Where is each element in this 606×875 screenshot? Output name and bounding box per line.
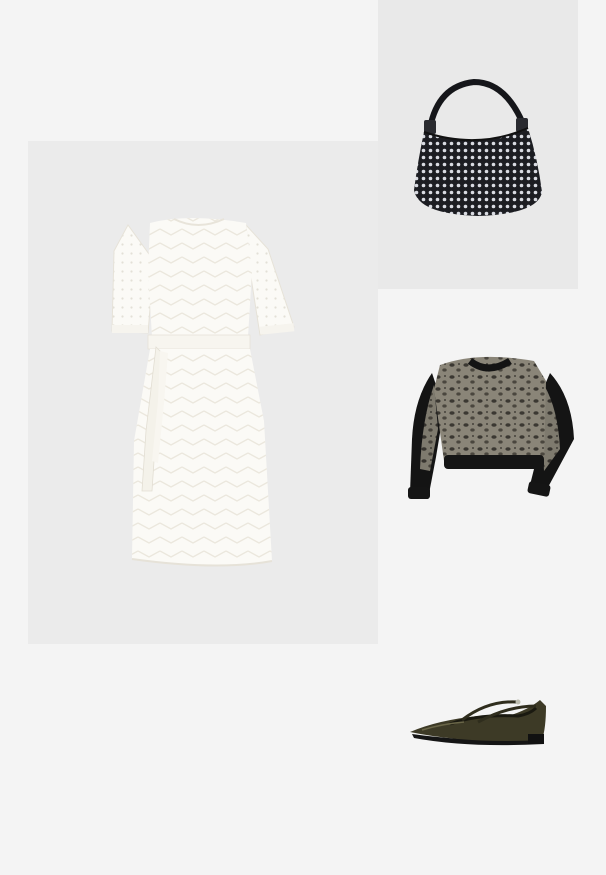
white-eyelet-dress-icon [111, 218, 295, 567]
rhinestone-hobo-bag-icon [414, 78, 542, 216]
leopard-print-sweatshirt-icon [408, 356, 574, 499]
handbag-product-image[interactable] [378, 0, 578, 289]
shoe-product-image[interactable] [378, 640, 606, 820]
sweatshirt-product-image[interactable] [378, 289, 606, 589]
dress-product-image[interactable] [28, 141, 378, 644]
olive-patent-flat-icon [410, 699, 546, 746]
